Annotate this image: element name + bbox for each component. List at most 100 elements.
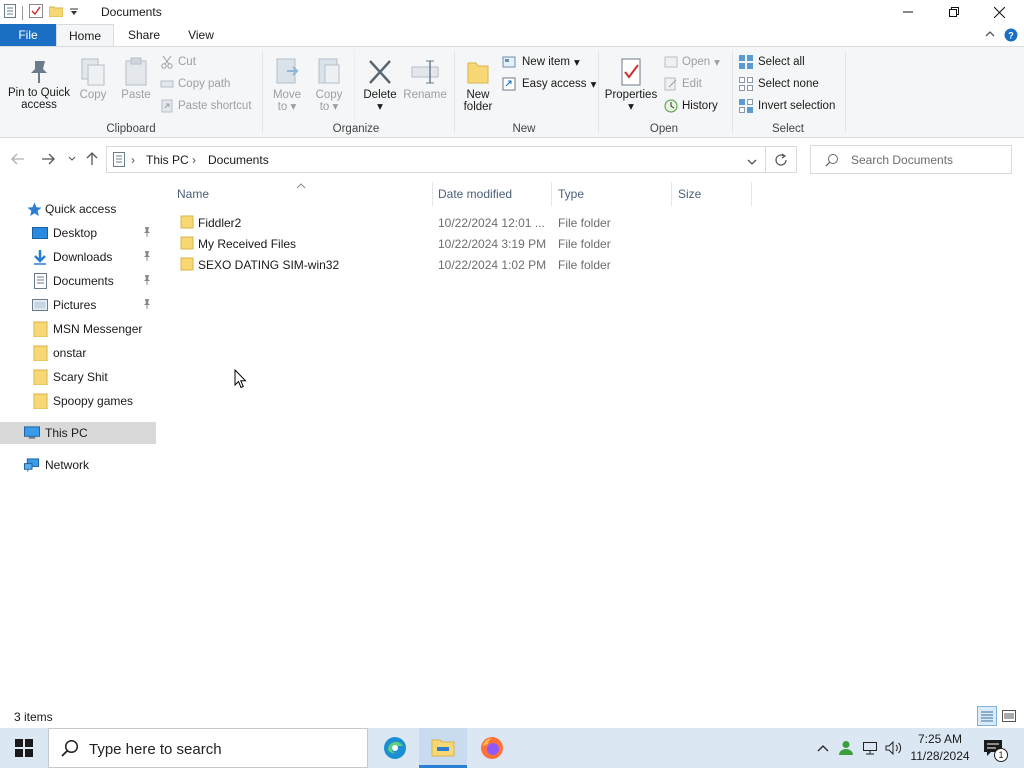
details-view-button[interactable] xyxy=(977,706,997,726)
tray-user-status-button[interactable] xyxy=(836,728,856,768)
item-count: 3 items xyxy=(14,710,53,724)
address-dropdown-icon[interactable] xyxy=(747,155,757,169)
notification-center-button[interactable]: 1 xyxy=(980,728,1008,768)
invert-selection-button[interactable]: Invert selection xyxy=(738,97,835,115)
start-button[interactable] xyxy=(0,728,48,768)
column-divider[interactable] xyxy=(551,182,552,206)
column-header-type[interactable]: Type xyxy=(558,182,670,206)
paste-button[interactable]: Paste xyxy=(118,57,154,101)
qat-dropdown-icon[interactable] xyxy=(69,6,79,20)
nav-item-label: Desktop xyxy=(53,226,98,240)
checkmark-doc-icon[interactable] xyxy=(29,4,43,21)
pin-to-quick-access-button[interactable]: Pin to Quick access xyxy=(6,57,72,111)
delete-button[interactable]: Delete ▾ xyxy=(360,57,400,113)
address-bar[interactable]: › This PC › Documents xyxy=(106,146,766,173)
nav-network[interactable]: Network xyxy=(0,454,156,476)
show-hidden-icons-button[interactable] xyxy=(814,728,832,768)
rename-label: Rename xyxy=(403,89,447,101)
recent-locations-button[interactable] xyxy=(66,150,78,168)
nav-item-documents[interactable]: Documents xyxy=(0,270,156,292)
nav-item-scary-shit[interactable]: Scary Shit xyxy=(0,366,156,388)
forward-button[interactable] xyxy=(40,150,56,168)
edit-button[interactable]: Edit xyxy=(664,75,702,93)
select-none-button[interactable]: Select none xyxy=(738,75,819,93)
new-item-button[interactable]: New item ▾ xyxy=(502,53,580,71)
copy-to-label-line2: to xyxy=(319,101,330,113)
nav-item-msn-messenger[interactable]: MSN Messenger xyxy=(0,318,156,340)
taskbar-firefox-button[interactable] xyxy=(468,728,516,768)
column-divider[interactable] xyxy=(671,182,672,206)
nav-quick-access[interactable]: Quick access xyxy=(0,198,156,220)
copy-path-button[interactable]: Copy path xyxy=(160,75,230,93)
tab-file[interactable]: File xyxy=(0,24,56,46)
nav-item-spoopy-games[interactable]: Spoopy games xyxy=(0,390,156,412)
column-divider[interactable] xyxy=(432,182,433,206)
help-icon[interactable]: ? xyxy=(1004,28,1018,45)
column-divider[interactable] xyxy=(751,182,752,206)
minimize-button[interactable] xyxy=(885,0,931,24)
ribbon-home: Pin to Quick access Copy Paste Cut Copy … xyxy=(0,46,1024,138)
new-folder-label-line2: folder xyxy=(463,101,493,113)
close-button[interactable] xyxy=(976,0,1022,24)
select-all-button[interactable]: Select all xyxy=(738,53,805,71)
paste-shortcut-button[interactable]: Paste shortcut xyxy=(160,97,252,115)
taskbar-file-explorer-button[interactable] xyxy=(419,728,467,768)
rename-button[interactable]: Rename xyxy=(402,57,448,101)
nav-quick-access-label: Quick access xyxy=(45,202,117,216)
copy-button[interactable]: Copy xyxy=(76,57,110,101)
file-row[interactable]: SEXO DATING SIM-win32 10/22/2024 1:02 PM… xyxy=(176,254,756,275)
properties-quick-icon[interactable] xyxy=(4,4,16,21)
taskbar-search-placeholder: Type here to search xyxy=(89,741,222,758)
pin-icon xyxy=(142,298,152,313)
taskbar-search-box[interactable]: Type here to search xyxy=(48,728,368,768)
nav-item-onstar[interactable]: onstar xyxy=(0,342,156,364)
back-button[interactable] xyxy=(10,150,26,168)
cut-button[interactable]: Cut xyxy=(160,53,196,71)
move-to-dropdown-icon: ▾ xyxy=(287,101,297,113)
invert-selection-icon xyxy=(739,99,753,113)
folder-icon xyxy=(32,321,48,337)
group-separator xyxy=(262,51,263,133)
notification-badge: 1 xyxy=(994,748,1008,762)
tab-home[interactable]: Home xyxy=(56,24,114,46)
pictures-icon xyxy=(32,297,48,313)
nav-item-desktop[interactable]: Desktop xyxy=(0,222,156,244)
column-header-size[interactable]: Size xyxy=(678,182,750,206)
new-folder-button[interactable]: New folder xyxy=(458,57,498,113)
column-header-date-modified[interactable]: Date modified xyxy=(438,182,550,206)
easy-access-button[interactable]: Easy access ▾ xyxy=(502,75,596,93)
search-box[interactable]: Search Documents xyxy=(810,145,1012,174)
history-button[interactable]: History xyxy=(664,97,718,115)
breadcrumb-separator[interactable]: › xyxy=(131,153,135,167)
copy-to-button[interactable]: Copy to ▾ xyxy=(310,57,348,113)
tab-share[interactable]: Share xyxy=(128,24,160,46)
large-icons-view-button[interactable] xyxy=(999,706,1019,726)
tab-view[interactable]: View xyxy=(188,24,214,46)
breadcrumb-this-pc[interactable]: This PC xyxy=(146,153,189,167)
move-to-button[interactable]: Move to ▾ xyxy=(268,57,306,113)
file-row[interactable]: My Received Files 10/22/2024 3:19 PM Fil… xyxy=(176,233,756,254)
breadcrumb-documents[interactable]: Documents xyxy=(208,153,269,167)
history-label: History xyxy=(682,100,718,112)
tray-network-button[interactable] xyxy=(860,728,880,768)
copy-to-icon xyxy=(318,58,340,84)
folder-quick-icon[interactable] xyxy=(48,5,64,20)
properties-button[interactable]: Properties ▾ xyxy=(602,57,660,113)
taskbar-edge-button[interactable] xyxy=(371,728,419,768)
nav-this-pc[interactable]: This PC xyxy=(0,422,156,444)
nav-item-downloads[interactable]: Downloads xyxy=(0,246,156,268)
up-button[interactable] xyxy=(84,150,100,168)
breadcrumb-separator[interactable]: › xyxy=(192,153,196,167)
nav-item-label: Spoopy games xyxy=(53,394,134,408)
file-row[interactable]: Fiddler2 10/22/2024 12:01 ... File folde… xyxy=(176,212,756,233)
column-header-name[interactable]: Name xyxy=(177,182,431,206)
nav-item-pictures[interactable]: Pictures xyxy=(0,294,156,316)
windows-logo-icon xyxy=(15,739,33,757)
restore-button[interactable] xyxy=(931,0,977,24)
open-button[interactable]: Open ▾ xyxy=(664,53,720,71)
collapse-ribbon-icon[interactable] xyxy=(984,28,996,43)
refresh-button[interactable] xyxy=(766,146,797,173)
move-to-icon xyxy=(276,58,299,84)
taskbar-clock[interactable]: 7:25 AM 11/28/2024 xyxy=(906,731,974,765)
tray-volume-button[interactable] xyxy=(884,728,904,768)
